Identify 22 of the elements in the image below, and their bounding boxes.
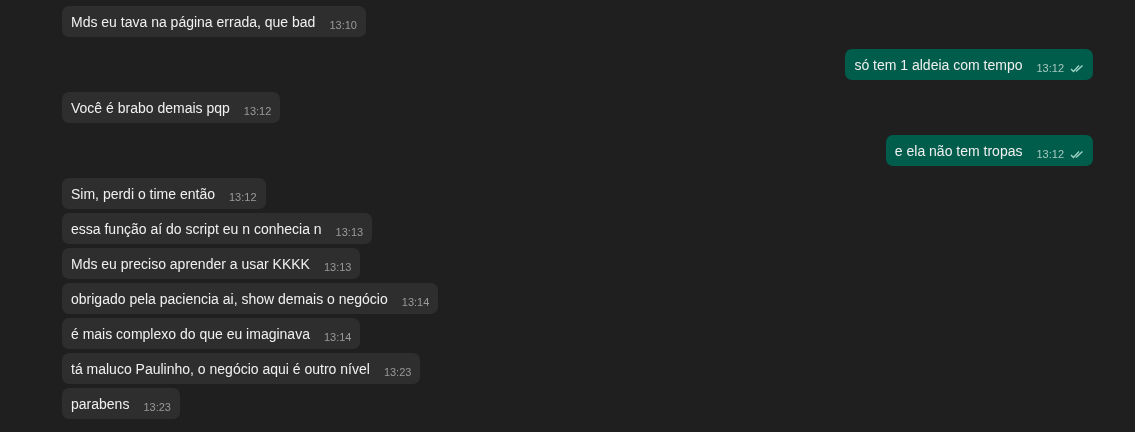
message-text: tá maluco Paulinho, o negócio aqui é outro nível — [71, 360, 370, 379]
message-time: 13:12 — [228, 191, 257, 204]
message-time: 13:12 — [1036, 62, 1064, 75]
message-time: 13:14 — [323, 331, 352, 344]
message-text: Mds eu tava na página errada, que bad — [71, 13, 316, 32]
message-time: 13:10 — [329, 19, 357, 32]
message-time: 13:23 — [383, 366, 412, 379]
message-text: obrigado pela paciencia ai, show demais o negócio — [71, 290, 388, 309]
message-time: 13:23 — [143, 401, 171, 414]
message-text: parabens — [71, 395, 130, 414]
message-text: Você é brabo demais pqp — [71, 99, 230, 118]
message-text: só tem 1 aldeia com tempo — [854, 56, 1023, 75]
message-time: 13:13 — [335, 226, 364, 239]
message-text: Sim, perdi o time então — [71, 185, 215, 204]
message-time: 13:12 — [1036, 148, 1064, 161]
message-time: 13:14 — [401, 296, 430, 309]
message-text: Mds eu preciso aprender a usar KKKK — [71, 255, 310, 274]
message-text: e ela não tem tropas — [894, 142, 1023, 161]
message-time: 13:12 — [243, 105, 272, 118]
message-text: essa função aí do script eu n conhecia n — [71, 220, 322, 239]
message-text: é mais complexo do que eu imaginava — [71, 325, 310, 344]
message-time: 13:13 — [323, 261, 352, 274]
